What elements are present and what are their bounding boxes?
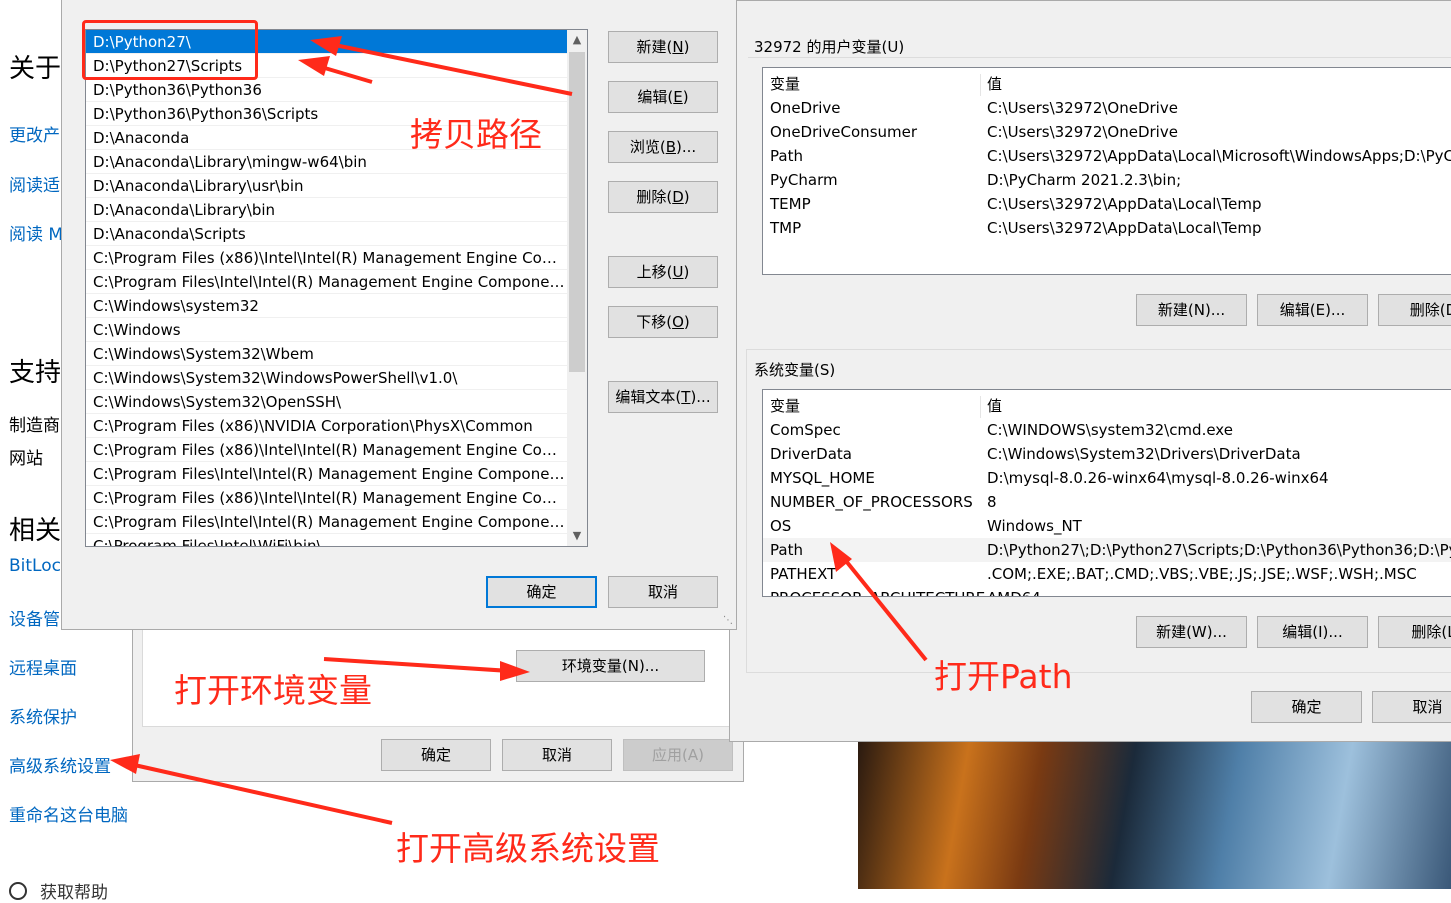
annotation-open-advanced: 打开高级系统设置 <box>396 829 660 868</box>
annotation-open-env: 打开环境变量 <box>174 671 372 710</box>
annotation-copy-path: 拷贝路径 <box>410 115 542 154</box>
arrowhead-open-path-icon <box>830 542 852 572</box>
arrow-open-path <box>840 554 928 662</box>
arrowhead-open-env-icon <box>500 661 530 681</box>
arrow-open-advanced <box>129 762 393 825</box>
annotation-arrows <box>110 36 928 825</box>
arrowhead-copy-path-1-icon <box>310 36 342 56</box>
arrow-copy-path-1 <box>329 42 573 96</box>
arrowhead-open-advanced-icon <box>110 754 140 774</box>
annotation-open-path: 打开Path <box>934 657 1073 696</box>
arrowhead-copy-path-2-icon <box>298 56 330 76</box>
